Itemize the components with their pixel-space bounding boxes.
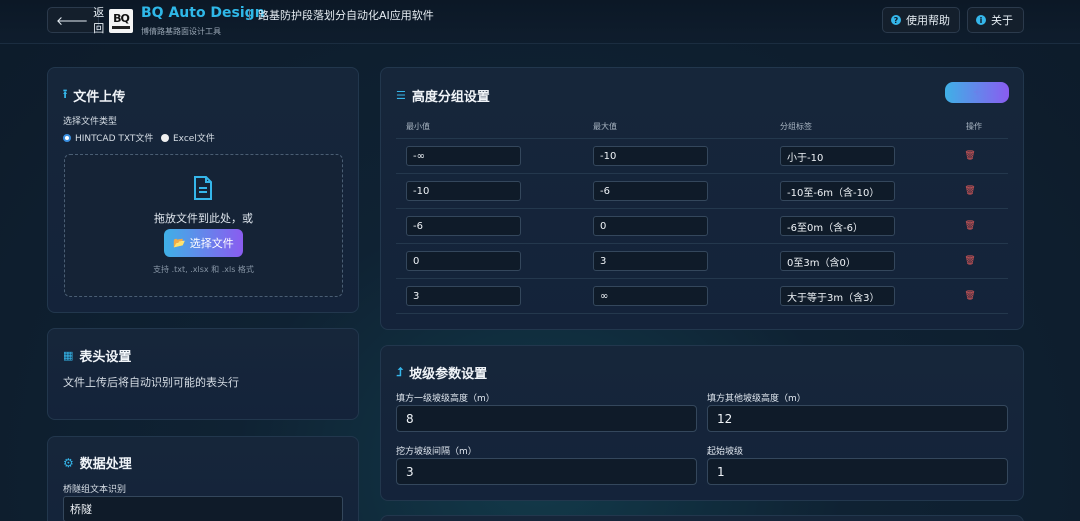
top-header: 🡐 返回 BQ BQ Auto Design 路基防护段落划分自动化AI应用软件… — [0, 0, 1080, 44]
brand-name: BQ Auto Design — [141, 5, 265, 21]
row-divider — [396, 173, 1008, 174]
choose-file-button[interactable]: 📂 选择文件 — [164, 229, 243, 257]
data-processing-title: ⚙ 数据处理 — [63, 455, 132, 473]
level-up-icon: ⮥ — [396, 365, 404, 379]
group-label-input[interactable]: -6至0m（含-6） — [780, 216, 895, 236]
back-button[interactable]: 🡐 返回 — [47, 6, 104, 35]
cut-slope-interval-label: 挖方坡级间隔（m） — [396, 447, 477, 457]
row-divider — [396, 278, 1008, 279]
start-slope-label: 起始坡级 — [707, 447, 744, 457]
drop-text: 拖放文件到此处，或 — [154, 212, 253, 225]
delete-row-trash-icon[interactable]: 🗑 — [964, 221, 975, 231]
max-value-input[interactable]: -6 — [593, 181, 708, 201]
group-label-input[interactable]: 小于-10 — [780, 146, 895, 166]
row-divider — [396, 243, 1008, 244]
fill-other-slope-input[interactable]: 12 — [707, 405, 1008, 432]
app-tagline: 博倩路基路面设计工具 — [141, 27, 221, 36]
info-circle-icon: i — [976, 15, 986, 25]
sliders-icon: ☰ — [396, 89, 406, 102]
max-value-input[interactable]: 0 — [593, 216, 708, 236]
delete-row-trash-icon[interactable]: 🗑 — [964, 256, 975, 266]
brand-divider — [249, 9, 250, 20]
table-icon: ▦ — [63, 349, 74, 362]
file-type-label: 选择文件类型 — [63, 117, 118, 127]
min-value-input[interactable]: -10 — [406, 181, 521, 201]
delete-row-trash-icon[interactable]: 🗑 — [964, 186, 975, 196]
col-header-action: 操作 — [966, 122, 982, 131]
max-value-input[interactable]: 3 — [593, 251, 708, 271]
group-label-input[interactable]: -10至-6m（含-10） — [780, 181, 895, 201]
row-divider — [396, 208, 1008, 209]
add-group-button[interactable]: + — [945, 82, 1009, 103]
row-divider — [396, 313, 1008, 314]
radio-unselected-icon — [161, 133, 169, 142]
question-circle-icon: ? — [891, 15, 901, 25]
col-header-min: 最小值 — [406, 122, 430, 131]
file-icon — [193, 176, 213, 200]
delete-row-trash-icon[interactable]: 🗑 — [964, 291, 975, 301]
arrow-left-icon: 🡐 — [56, 13, 89, 28]
min-value-input[interactable]: 0 — [406, 251, 521, 271]
about-label: 关于 — [991, 14, 1013, 27]
table-header-title: ▦ 表头设置 — [63, 349, 132, 365]
upload-icon: ⭱ — [63, 87, 68, 101]
max-value-input[interactable]: -10 — [593, 146, 708, 166]
help-label: 使用帮助 — [906, 14, 950, 27]
bridge-text-input[interactable]: 桥隧 — [63, 496, 343, 521]
row-divider — [396, 138, 1008, 139]
next-panel — [380, 515, 1024, 521]
radio-txt[interactable]: HINTCAD TXT文件 — [63, 131, 153, 144]
min-value-input[interactable]: -∞ — [406, 146, 521, 166]
radio-selected-icon — [63, 133, 71, 142]
bridge-label: 桥隧组文本识别 — [63, 485, 127, 495]
file-upload-title: ⭱ 文件上传 — [63, 87, 126, 105]
about-button[interactable]: i 关于 — [967, 7, 1024, 33]
group-label-input[interactable]: 0至3m（含0） — [780, 251, 895, 271]
delete-row-trash-icon[interactable]: 🗑 — [964, 151, 975, 161]
cut-slope-interval-input[interactable]: 3 — [396, 458, 697, 485]
plus-icon: + — [972, 87, 982, 98]
radio-excel[interactable]: Excel文件 — [161, 131, 215, 144]
folder-open-icon: 📂 — [173, 237, 186, 249]
file-format-hint: 支持 .txt, .xlsx 和 .xls 格式 — [153, 265, 254, 274]
start-slope-input[interactable]: 1 — [707, 458, 1008, 485]
min-value-input[interactable]: -6 — [406, 216, 521, 236]
back-label: 返回 — [93, 6, 105, 35]
help-button[interactable]: ? 使用帮助 — [882, 7, 960, 33]
app-subtitle: 路基防护段落划分自动化AI应用软件 — [258, 9, 434, 22]
fill-first-slope-label: 填方一级坡级高度（m） — [396, 394, 495, 404]
fill-first-slope-input[interactable]: 8 — [396, 405, 697, 432]
table-header-description: 文件上传后将自动识别可能的表头行 — [63, 376, 239, 389]
fill-other-slope-label: 填方其他坡级高度（m） — [707, 394, 806, 404]
app-logo: BQ — [109, 9, 133, 33]
slope-params-title: ⮥ 坡级参数设置 — [396, 365, 488, 382]
min-value-input[interactable]: 3 — [406, 286, 521, 306]
group-label-input[interactable]: 大于等于3m（含3） — [780, 286, 895, 306]
col-header-max: 最大值 — [593, 122, 617, 131]
gears-icon: ⚙ — [63, 455, 74, 470]
col-header-label: 分组标签 — [780, 122, 812, 131]
height-group-title: ☰ 高度分组设置 — [396, 89, 490, 105]
max-value-input[interactable]: ∞ — [593, 286, 708, 306]
